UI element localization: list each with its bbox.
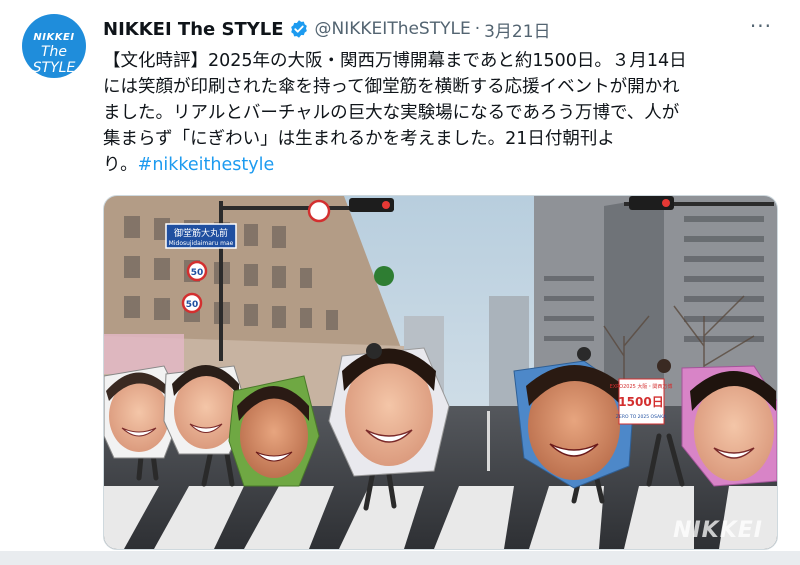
banner-number: 1500日	[618, 395, 663, 409]
tweet-text: 【文化時評】2025年の大阪・関西万博開幕まであと約1500日。３月14日 には…	[103, 48, 773, 178]
author-name[interactable]: NIKKEI The STYLE	[103, 19, 284, 40]
tweet-text-line: 【文化時評】2025年の大阪・関西万博開幕まであと約1500日。３月14日	[103, 51, 687, 71]
tweet-text-line-last: り。#nikkeithestyle	[103, 152, 773, 178]
author-handle[interactable]: @NIKKEITheSTYLE	[315, 19, 471, 39]
speed-limit-sign: 50	[191, 268, 204, 278]
header-separator: ·	[474, 19, 481, 39]
avatar-text-line1: NIKKEI	[33, 32, 75, 43]
umbrella-face-4	[328, 347, 450, 477]
bottom-strip	[0, 551, 800, 565]
verified-badge-icon	[289, 19, 309, 39]
street-scene-illustration: 御堂筋大丸前 Midosujidaimaru mae 50 50 EXPO202…	[104, 196, 777, 549]
more-options-icon[interactable]: ···	[750, 16, 772, 36]
tweet-header: NIKKEI The STYLE @NIKKEITheSTYLE · 3月21日…	[103, 16, 780, 42]
sign-name: 御堂筋大丸前	[174, 227, 228, 239]
sign-romaji: Midosujidaimaru mae	[169, 240, 234, 247]
photo-watermark: NIKKEI	[673, 518, 763, 543]
tweet-text-line: ました。リアルとバーチャルの巨大な実験場になるであろう万博で、人が	[103, 103, 680, 123]
avatar-text-line2: The STYLE	[32, 44, 76, 76]
tweet-text-line: には笑顔が印刷された傘を持って御堂筋を横断する応援イベントが開かれ	[103, 77, 680, 97]
expo-banner: EXPO2025 大阪・関西万博 1500日 ZERO TO 2025 OSAK…	[610, 378, 673, 425]
tweet-text-tail: り。	[103, 155, 138, 175]
tweet-date[interactable]: 3月21日	[484, 17, 550, 42]
tweet-text-line: 集まらず「にぎわい」は生まれるかを考えました。21日付朝刊よ	[103, 129, 615, 149]
umbrella-face-3	[228, 375, 320, 487]
avatar[interactable]: NIKKEI The STYLE	[22, 14, 86, 78]
hashtag-link[interactable]: #nikkeithestyle	[138, 155, 275, 175]
banner-top-text: EXPO2025 大阪・関西万博	[610, 383, 673, 390]
speed-limit-sign-2: 50	[186, 300, 199, 310]
tweet-photo[interactable]: 御堂筋大丸前 Midosujidaimaru mae 50 50 EXPO202…	[103, 195, 778, 550]
banner-bottom-text: ZERO TO 2025 OSAKA	[616, 414, 667, 420]
